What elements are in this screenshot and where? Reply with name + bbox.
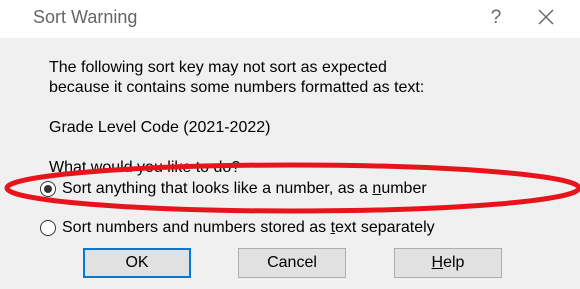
message-line-2: because it contains some numbers formatt… (49, 79, 425, 96)
ok-button[interactable]: OK (83, 248, 191, 278)
option-sort-as-number[interactable]: Sort anything that looks like a number, … (40, 179, 427, 199)
radio-sort-as-number[interactable] (40, 181, 56, 197)
radio-sort-separately[interactable] (40, 220, 56, 236)
title-bar: Sort Warning ? (0, 0, 580, 38)
option-sort-separately-label: Sort numbers and numbers stored as text … (62, 219, 435, 236)
close-button[interactable] (528, 2, 564, 34)
dialog-body: The following sort key may not sort as e… (0, 38, 580, 289)
dialog-title: Sort Warning (33, 7, 138, 27)
option-sort-as-number-label: Sort anything that looks like a number, … (62, 180, 427, 197)
sort-key-name: Grade Level Code (2021-2022) (49, 119, 271, 136)
close-icon (538, 9, 554, 25)
question-text: What would you like to do? (49, 159, 241, 176)
help-title-button[interactable]: ? (478, 2, 514, 34)
sort-warning-dialog: Sort Warning ? The following sort key ma… (0, 0, 580, 289)
cancel-button[interactable]: Cancel (238, 248, 346, 278)
option-sort-separately[interactable]: Sort numbers and numbers stored as text … (40, 218, 435, 238)
message-line-1: The following sort key may not sort as e… (49, 59, 387, 76)
help-button[interactable]: Help (394, 248, 502, 278)
